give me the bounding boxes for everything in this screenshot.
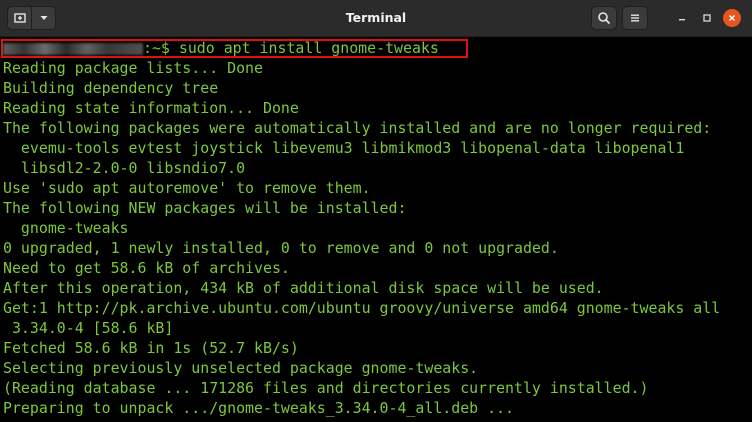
close-icon bbox=[728, 14, 736, 22]
output-line: (Reading database ... 171286 files and d… bbox=[3, 379, 649, 397]
output-line: Fetched 58.6 kB in 1s (52.7 kB/s) bbox=[3, 339, 299, 357]
output-line: Selecting previously unselected package … bbox=[3, 359, 479, 377]
close-button[interactable] bbox=[723, 9, 741, 27]
output-line: The following packages were automaticall… bbox=[3, 119, 712, 137]
output-line: Get:1 http://pk.archive.ubuntu.com/ubunt… bbox=[3, 299, 721, 317]
hamburger-menu-icon bbox=[631, 14, 639, 22]
output-line: Reading package lists... Done bbox=[3, 59, 263, 77]
output-line: gnome-tweaks bbox=[3, 219, 129, 237]
chevron-down-icon bbox=[40, 16, 47, 20]
search-button[interactable] bbox=[591, 6, 617, 30]
terminal-output-area[interactable]: :~$ sudo apt install gnome-tweaks Readin… bbox=[0, 37, 752, 422]
output-line: The following NEW packages will be insta… bbox=[3, 199, 407, 217]
tab-dropdown-button[interactable] bbox=[31, 6, 56, 30]
menu-button[interactable] bbox=[622, 6, 648, 30]
output-line: libsdl2-2.0-0 libsndio7.0 bbox=[3, 159, 246, 177]
output-line: Need to get 58.6 kB of archives. bbox=[3, 259, 290, 277]
title-bar: Terminal bbox=[0, 0, 752, 37]
output-line: 3.34.0-4 [58.6 kB] bbox=[3, 319, 174, 337]
output-line: Reading state information... Done bbox=[3, 99, 299, 117]
maximize-icon bbox=[703, 14, 711, 22]
terminal-window: Terminal:~$ sudo apt install gnome-twea… bbox=[0, 0, 752, 422]
prompt-suffix: :~$ bbox=[143, 39, 179, 57]
output-line: Building dependency tree bbox=[3, 79, 219, 97]
output-line: evemu-tools evtest joystick libevemu3 li… bbox=[3, 139, 685, 157]
command-text: sudo apt install gnome-tweaks bbox=[178, 39, 439, 57]
output-line: 0 upgraded, 1 newly installed, 0 to remo… bbox=[3, 239, 559, 257]
prompt-line: :~$ sudo apt install gnome-tweaks bbox=[3, 38, 439, 58]
output-line: After this operation, 434 kB of addition… bbox=[3, 279, 604, 297]
output-line: Use 'sudo apt autoremove' to remove them… bbox=[3, 179, 371, 197]
minimize-icon bbox=[679, 19, 685, 21]
minimize-button[interactable] bbox=[673, 9, 691, 27]
redacted-username bbox=[3, 43, 143, 55]
new-tab-icon bbox=[13, 13, 26, 23]
output-line: Preparing to unpack .../gnome-tweaks_3.3… bbox=[3, 399, 515, 417]
new-tab-button[interactable] bbox=[7, 6, 32, 30]
maximize-button[interactable] bbox=[698, 9, 716, 27]
search-icon bbox=[598, 12, 611, 25]
